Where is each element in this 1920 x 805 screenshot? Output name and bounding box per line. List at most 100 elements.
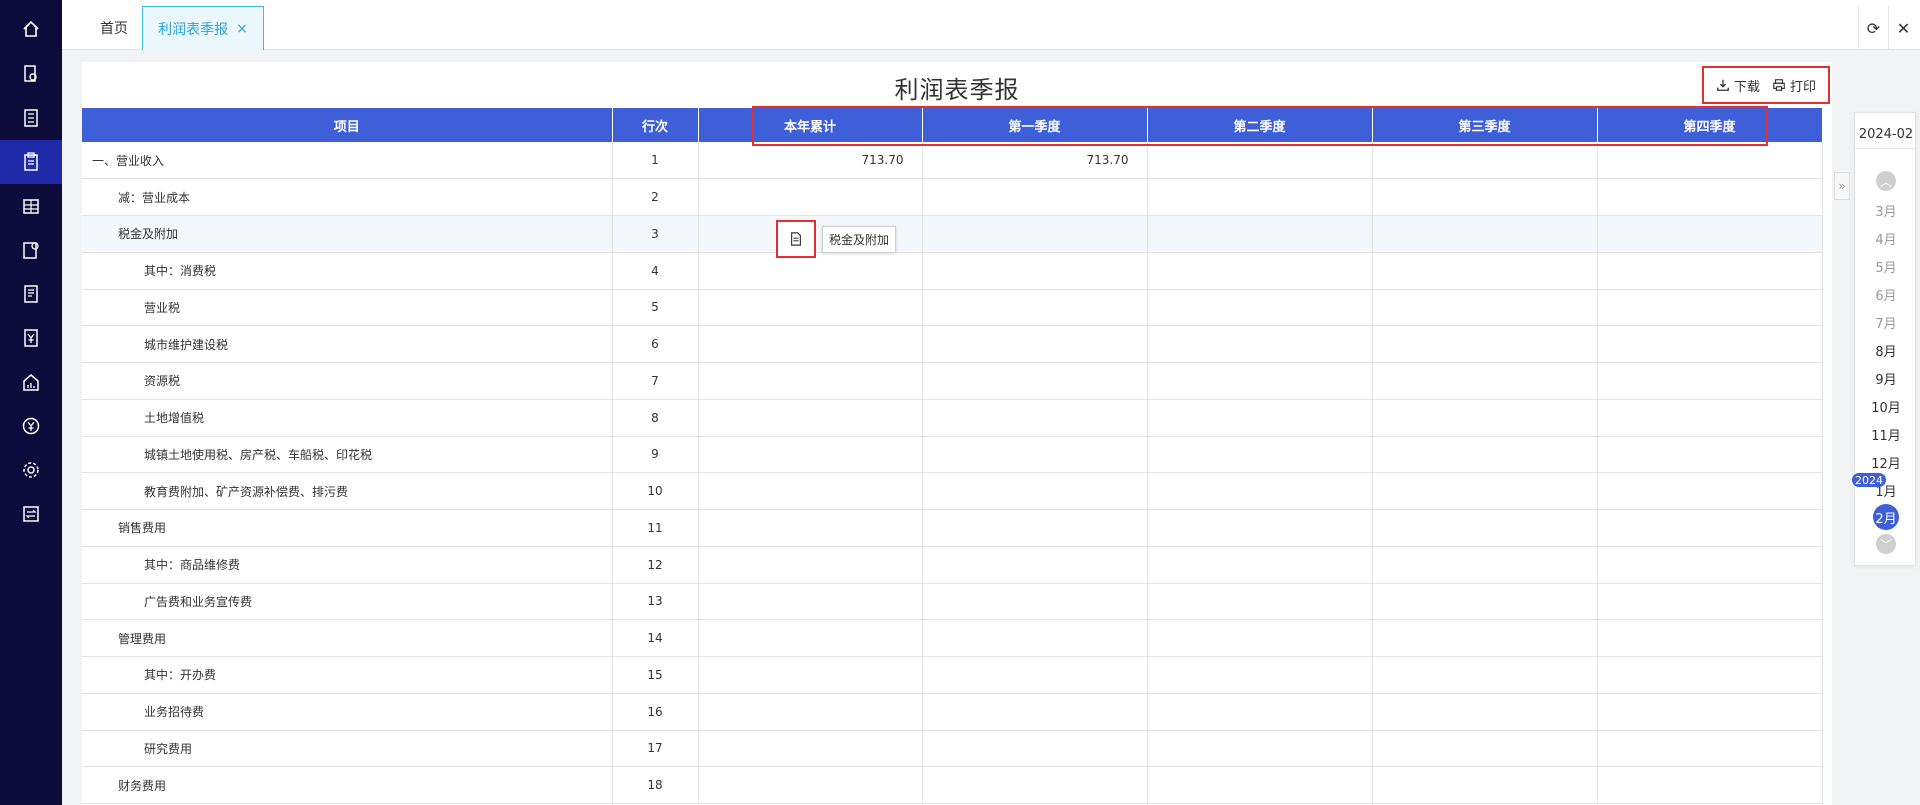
download-button[interactable]: 下载 xyxy=(1716,76,1760,95)
q2-cell[interactable] xyxy=(1147,399,1373,437)
q1-cell[interactable] xyxy=(922,546,1148,584)
q1-cell[interactable] xyxy=(922,325,1148,363)
sidebar-nav-item-7[interactable] xyxy=(0,272,62,316)
q4-cell[interactable] xyxy=(1597,509,1823,547)
ytd-cell[interactable] xyxy=(698,472,923,510)
ytd-cell[interactable] xyxy=(698,509,923,547)
q2-cell[interactable] xyxy=(1147,289,1373,327)
q1-cell[interactable] xyxy=(922,436,1148,474)
month-option[interactable]: 8月 xyxy=(1855,341,1917,360)
expand-panel-button[interactable]: » xyxy=(1834,172,1850,200)
q3-cell[interactable] xyxy=(1372,766,1598,804)
q1-cell[interactable] xyxy=(922,730,1148,768)
q3-cell[interactable] xyxy=(1372,399,1598,437)
q4-cell[interactable] xyxy=(1597,583,1823,621)
ytd-cell[interactable] xyxy=(698,730,923,768)
q2-cell[interactable] xyxy=(1147,693,1373,731)
q2-cell[interactable] xyxy=(1147,656,1373,694)
month-option[interactable]: 2月 xyxy=(1873,504,1899,530)
q2-cell[interactable] xyxy=(1147,472,1373,510)
sidebar-nav-item-1[interactable] xyxy=(0,7,62,51)
q4-cell[interactable] xyxy=(1597,325,1823,363)
q1-cell[interactable] xyxy=(922,215,1148,253)
q1-cell[interactable] xyxy=(922,509,1148,547)
q1-cell[interactable]: 713.70 xyxy=(922,142,1148,180)
q3-cell[interactable] xyxy=(1372,252,1598,290)
q1-cell[interactable] xyxy=(922,766,1148,804)
q1-cell[interactable] xyxy=(922,619,1148,657)
month-option[interactable]: 5月 xyxy=(1855,257,1917,276)
q3-cell[interactable] xyxy=(1372,730,1598,768)
sidebar-nav-item-9[interactable] xyxy=(0,360,62,404)
q4-cell[interactable] xyxy=(1597,546,1823,584)
ytd-cell[interactable] xyxy=(698,693,923,731)
scroll-down-icon[interactable]: ﹀ xyxy=(1876,534,1896,554)
month-option[interactable]: 7月 xyxy=(1855,313,1917,332)
q3-cell[interactable] xyxy=(1372,546,1598,584)
month-option[interactable]: 9月 xyxy=(1855,369,1917,388)
ytd-cell[interactable] xyxy=(698,289,923,327)
q3-cell[interactable] xyxy=(1372,436,1598,474)
q2-cell[interactable] xyxy=(1147,325,1373,363)
tab-income-statement-quarterly[interactable]: 利润表季报 × xyxy=(142,6,264,50)
q2-cell[interactable] xyxy=(1147,619,1373,657)
q1-cell[interactable] xyxy=(922,583,1148,621)
q3-cell[interactable] xyxy=(1372,509,1598,547)
sidebar-nav-item-11[interactable] xyxy=(0,448,62,492)
q1-cell[interactable] xyxy=(922,289,1148,327)
ytd-cell[interactable] xyxy=(698,656,923,694)
month-option[interactable]: 10月 xyxy=(1855,397,1917,416)
print-button[interactable]: 打印 xyxy=(1772,76,1816,95)
q2-cell[interactable] xyxy=(1147,583,1373,621)
q3-cell[interactable] xyxy=(1372,142,1598,180)
q2-cell[interactable] xyxy=(1147,142,1373,180)
q2-cell[interactable] xyxy=(1147,546,1373,584)
ytd-cell[interactable] xyxy=(698,399,923,437)
q4-cell[interactable] xyxy=(1597,619,1823,657)
q4-cell[interactable] xyxy=(1597,472,1823,510)
ytd-cell[interactable] xyxy=(698,619,923,657)
q4-cell[interactable] xyxy=(1597,766,1823,804)
sidebar-nav-item-5[interactable] xyxy=(0,184,62,228)
close-all-button[interactable]: ✕ xyxy=(1888,6,1918,50)
q1-cell[interactable] xyxy=(922,252,1148,290)
month-option[interactable]: 3月 xyxy=(1855,201,1917,220)
ytd-cell[interactable] xyxy=(698,325,923,363)
ytd-cell[interactable] xyxy=(698,546,923,584)
q3-cell[interactable] xyxy=(1372,325,1598,363)
cell-detail-button[interactable] xyxy=(776,220,816,258)
q3-cell[interactable] xyxy=(1372,472,1598,510)
sidebar-nav-item-8[interactable] xyxy=(0,316,62,360)
q1-cell[interactable] xyxy=(922,472,1148,510)
ytd-cell[interactable] xyxy=(698,362,923,400)
q2-cell[interactable] xyxy=(1147,436,1373,474)
q1-cell[interactable] xyxy=(922,693,1148,731)
q4-cell[interactable] xyxy=(1597,215,1823,253)
q4-cell[interactable] xyxy=(1597,289,1823,327)
ytd-cell[interactable] xyxy=(698,766,923,804)
q3-cell[interactable] xyxy=(1372,619,1598,657)
q3-cell[interactable] xyxy=(1372,693,1598,731)
q1-cell[interactable] xyxy=(922,399,1148,437)
sidebar-nav-item-12[interactable] xyxy=(0,492,62,536)
ytd-cell[interactable] xyxy=(698,583,923,621)
q3-cell[interactable] xyxy=(1372,362,1598,400)
q1-cell[interactable] xyxy=(922,178,1148,216)
q4-cell[interactable] xyxy=(1597,436,1823,474)
q2-cell[interactable] xyxy=(1147,509,1373,547)
tab-close-icon[interactable]: × xyxy=(236,21,248,37)
q3-cell[interactable] xyxy=(1372,215,1598,253)
ytd-cell[interactable] xyxy=(698,436,923,474)
sidebar-nav-item-4[interactable] xyxy=(0,140,62,184)
refresh-button[interactable]: ⟳ xyxy=(1858,6,1888,50)
sidebar-nav-item-6[interactable] xyxy=(0,228,62,272)
sidebar-nav-item-2[interactable] xyxy=(0,52,62,96)
q2-cell[interactable] xyxy=(1147,252,1373,290)
q2-cell[interactable] xyxy=(1147,215,1373,253)
ytd-cell[interactable]: 713.70 xyxy=(698,142,923,180)
month-option[interactable]: 6月 xyxy=(1855,285,1917,304)
q1-cell[interactable] xyxy=(922,362,1148,400)
q3-cell[interactable] xyxy=(1372,289,1598,327)
q4-cell[interactable] xyxy=(1597,730,1823,768)
month-option[interactable]: 4月 xyxy=(1855,229,1917,248)
